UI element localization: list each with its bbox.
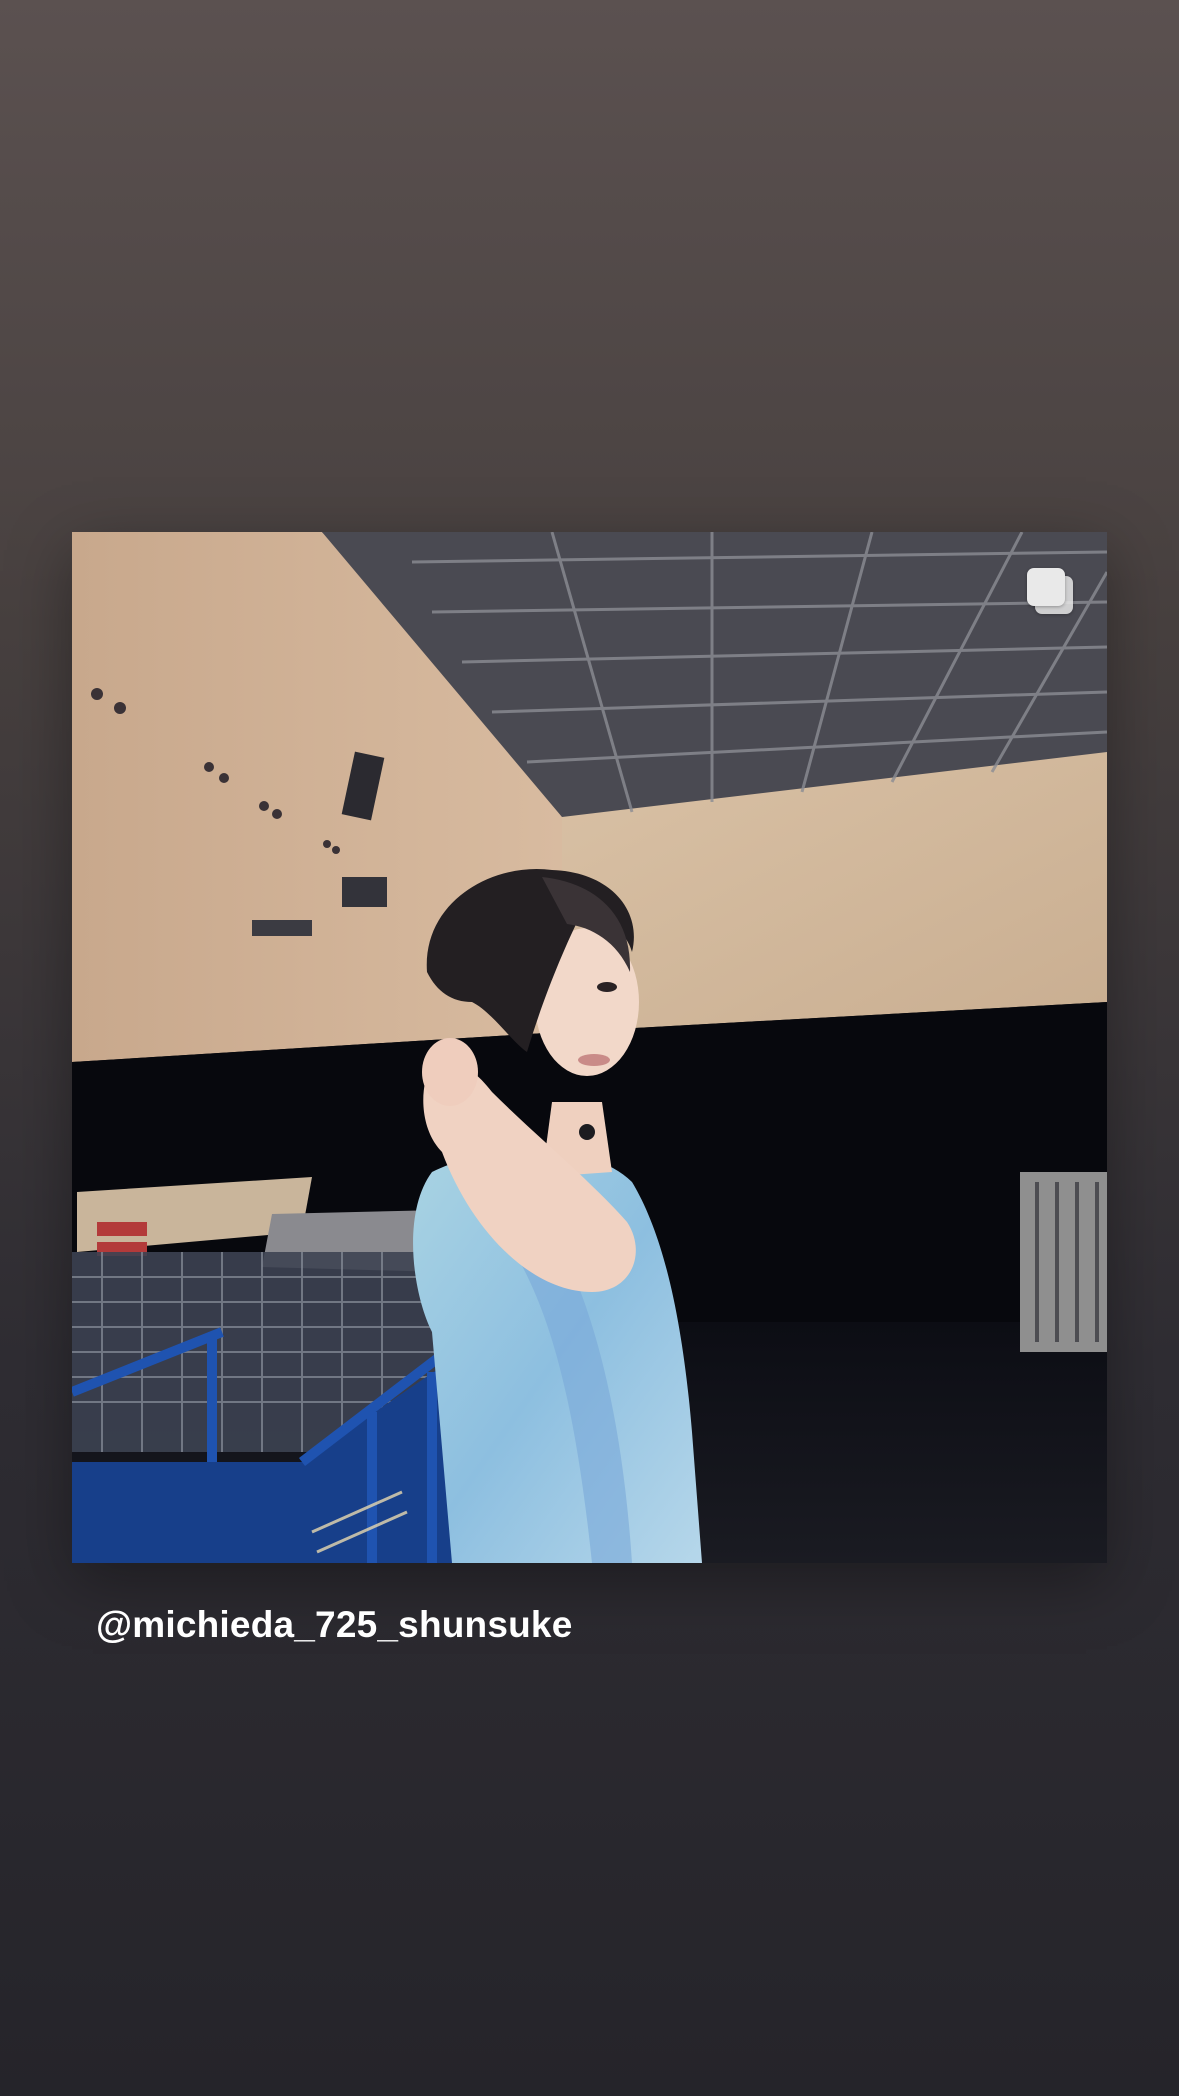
carousel-multiple-icon	[1027, 568, 1075, 616]
shared-post-card[interactable]	[72, 532, 1107, 1563]
shared-post-photo	[72, 532, 1107, 1563]
story-screen: { "story": { "shared_post": { "photo_des…	[0, 0, 1179, 2096]
mention-sticker[interactable]: @michieda_725_shunsuke	[96, 1604, 572, 1646]
